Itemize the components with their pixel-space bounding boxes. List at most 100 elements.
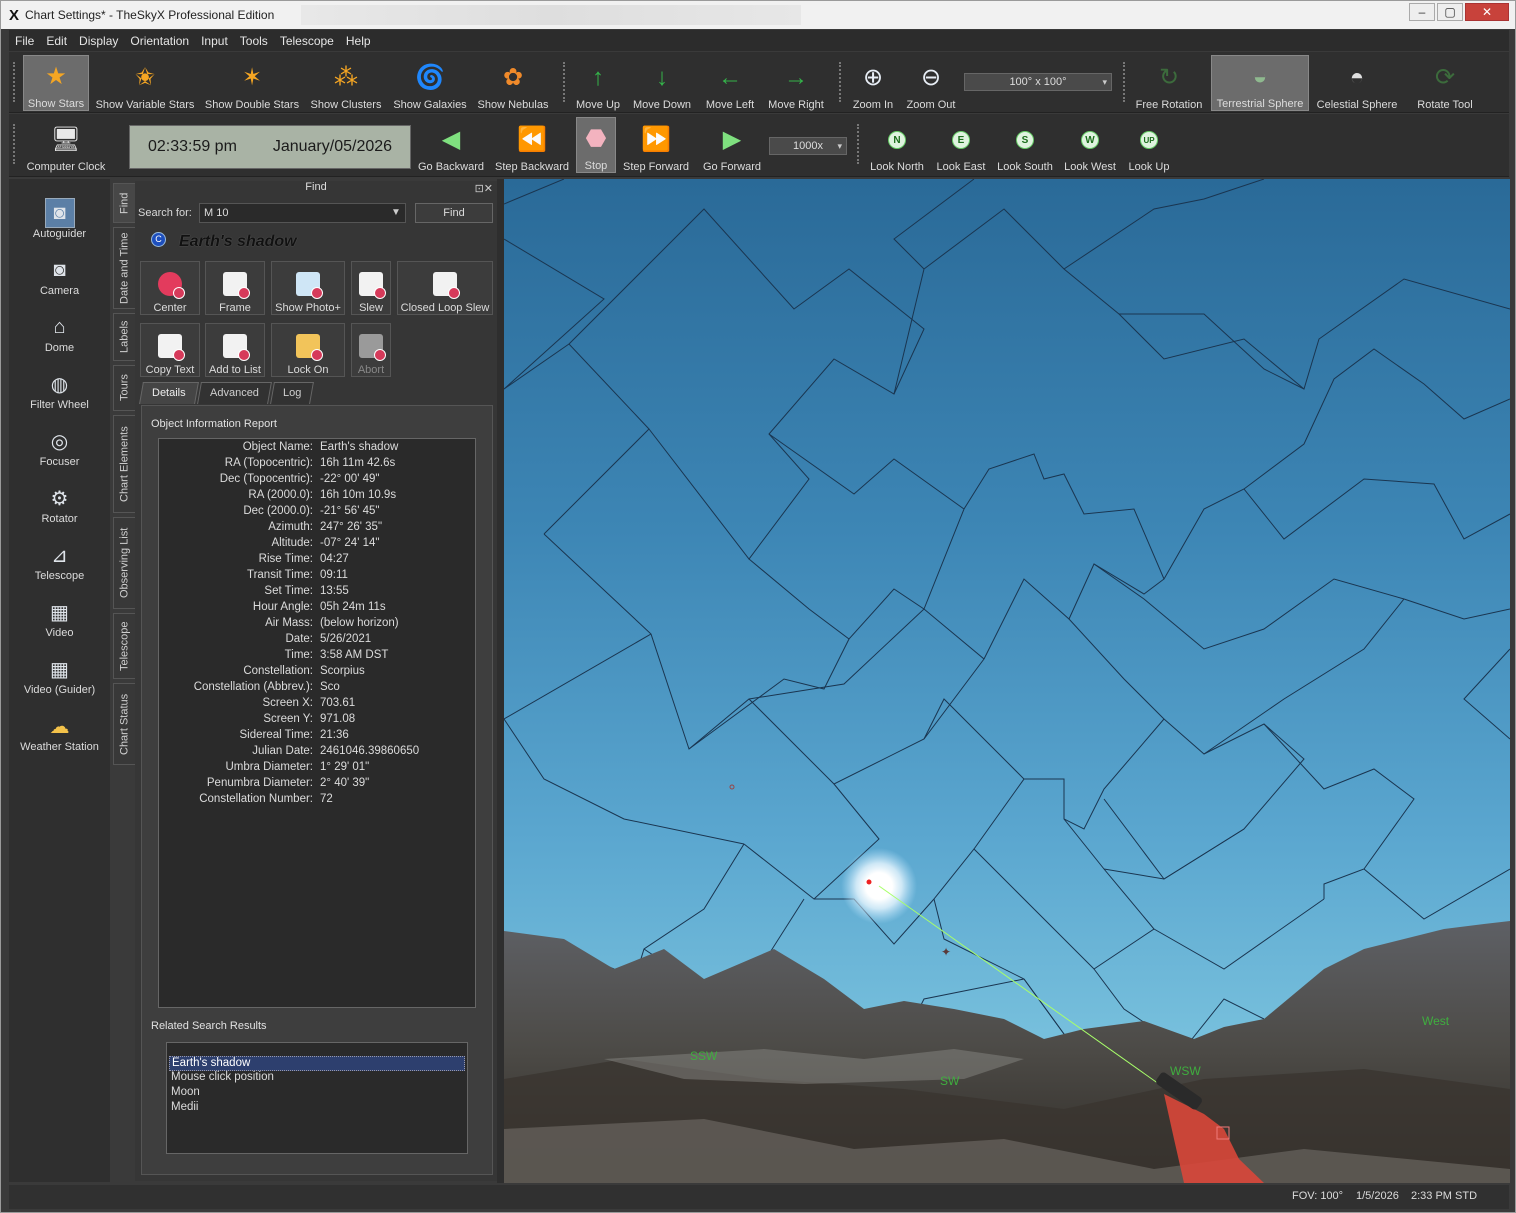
object-marker[interactable] xyxy=(866,879,872,885)
object-info-report[interactable]: Object Name: Earth's shadow RA (Topocentri… xyxy=(158,438,476,1008)
sidebar-item-video[interactable]: ▦ Video xyxy=(9,594,110,651)
move-up-button[interactable]: ↑ Move Up xyxy=(571,55,625,112)
date-time-display[interactable]: 02:33:59 pm January/05/2026 xyxy=(129,125,411,169)
tab-find[interactable]: Find xyxy=(113,183,135,223)
panel-float-close-icon[interactable]: ⊡✕ xyxy=(475,182,493,195)
list-item[interactable]: Earth's shadow xyxy=(169,1056,465,1071)
menu-tools[interactable]: Tools xyxy=(240,34,268,48)
tab-telescope[interactable]: Telescope xyxy=(113,613,135,679)
menu-telescope[interactable]: Telescope xyxy=(280,34,334,48)
find-button[interactable]: Find xyxy=(415,203,493,223)
sidebar-item-weather-station[interactable]: ☁ Weather Station xyxy=(9,708,110,765)
menu-help[interactable]: Help xyxy=(346,34,371,48)
show-stars-button[interactable]: ★ Show Stars xyxy=(23,55,89,111)
toolbar-grip[interactable] xyxy=(13,124,17,164)
sidebar-item-video-guider[interactable]: ▦ Video (Guider) xyxy=(9,651,110,708)
move-right-button[interactable]: → Move Right xyxy=(765,55,827,112)
tab-details[interactable]: Details xyxy=(139,382,199,404)
computer-clock-button[interactable]: 🖥 Computer Clock xyxy=(23,117,109,174)
sidebar-item-camera[interactable]: ◙ Camera xyxy=(9,252,110,309)
time-readout: 02:33:59 pm xyxy=(147,138,237,155)
center-button[interactable]: Center xyxy=(140,261,200,315)
close-button[interactable]: ✕ xyxy=(1465,3,1509,21)
earth-shadow-marker-icon[interactable]: ✦ xyxy=(941,945,951,959)
show-galaxies-button[interactable]: 🌀 Show Galaxies xyxy=(393,55,467,112)
look-east-button[interactable]: E Look East xyxy=(933,117,989,173)
toolbar-grip[interactable] xyxy=(563,62,567,102)
list-item[interactable]: Mouse click position xyxy=(169,1071,465,1086)
related-results-list[interactable]: Earth's shadow Mouse click position Moon Me… xyxy=(166,1042,468,1154)
maximize-button[interactable]: ▢ xyxy=(1437,3,1463,21)
move-left-button[interactable]: ← Move Left xyxy=(701,55,759,112)
step-backward-button[interactable]: ⏪ Step Backward xyxy=(493,117,571,174)
zoom-out-button[interactable]: ⊖ Zoom Out xyxy=(903,55,959,112)
show-double-stars-button[interactable]: ✶ Show Double Stars xyxy=(205,55,299,112)
tab-log[interactable]: Log xyxy=(269,382,314,404)
sidebar-item-telescope[interactable]: ⊿ Telescope xyxy=(9,537,110,594)
step-backward-icon: ⏪ xyxy=(517,126,547,153)
list-item[interactable]: Medii xyxy=(169,1101,465,1116)
free-rotation-button[interactable]: ↻ Free Rotation xyxy=(1131,55,1207,112)
sidebar-item-filter-wheel[interactable]: ◍ Filter Wheel xyxy=(9,366,110,423)
menu-orientation[interactable]: Orientation xyxy=(130,34,189,48)
look-south-button[interactable]: S Look South xyxy=(995,117,1055,173)
report-field-value: -21° 56' 45" xyxy=(320,505,380,517)
slew-button[interactable]: Slew xyxy=(351,261,391,315)
toolbar-grip[interactable] xyxy=(13,62,17,102)
sky-chart-canvas[interactable]: SSW SW WSW West ✦ xyxy=(504,179,1510,1183)
step-forward-button[interactable]: ⏩ Step Forward xyxy=(620,117,692,174)
look-west-button[interactable]: W Look West xyxy=(1061,117,1119,173)
show-variable-stars-button[interactable]: ✬ Show Variable Stars xyxy=(95,55,195,112)
rotate-tool-button[interactable]: ⟳ Rotate Tool xyxy=(1407,55,1483,112)
sidebar-item-focuser[interactable]: ◎ Focuser xyxy=(9,423,110,480)
zoom-in-button[interactable]: ⊕ Zoom In xyxy=(847,55,899,112)
search-dropdown-icon[interactable]: ▼ xyxy=(387,204,405,222)
toolbar-grip[interactable] xyxy=(1123,62,1127,102)
list-item[interactable]: Moon xyxy=(169,1086,465,1101)
menu-edit[interactable]: Edit xyxy=(46,34,67,48)
tab-chart-elements[interactable]: Chart Elements xyxy=(113,415,135,513)
add-to-list-button[interactable]: Add to List xyxy=(205,323,265,377)
celestial-sphere-button[interactable]: ◓ Celestial Sphere xyxy=(1313,55,1401,112)
tab-date-and-time[interactable]: Date and Time xyxy=(113,227,135,309)
go-forward-button[interactable]: ▶ Go Forward xyxy=(699,117,765,174)
report-title: Object Information Report xyxy=(151,418,277,430)
frame-button[interactable]: Frame xyxy=(205,261,265,315)
terrestrial-sphere-button[interactable]: ◒ Terrestrial Sphere xyxy=(1211,55,1309,111)
double-star-icon: ✶ xyxy=(241,64,263,91)
search-input[interactable]: M 10 xyxy=(199,203,406,223)
move-down-button[interactable]: ↓ Move Down xyxy=(631,55,693,112)
title-bar[interactable]: X Chart Settings* - TheSkyX Professional… xyxy=(1,1,1515,29)
toolbar-grip[interactable] xyxy=(857,124,861,164)
look-up-button[interactable]: UP Look Up xyxy=(1125,117,1173,173)
tab-chart-status[interactable]: Chart Status xyxy=(113,683,135,765)
toolbar-grip[interactable] xyxy=(839,62,843,102)
tab-observing-list[interactable]: Observing List xyxy=(113,517,135,609)
menu-input[interactable]: Input xyxy=(201,34,228,48)
look-north-button[interactable]: N Look North xyxy=(867,117,927,173)
minimize-button[interactable]: ‒ xyxy=(1409,3,1435,21)
sidebar-item-rotator[interactable]: ⚙ Rotator xyxy=(9,480,110,537)
menu-display[interactable]: Display xyxy=(79,34,118,48)
show-nebulas-button[interactable]: ✿ Show Nebulas xyxy=(475,55,551,112)
panel-splitter[interactable] xyxy=(497,179,504,1183)
fov-select[interactable]: 100° x 100° xyxy=(964,73,1112,91)
sky-chart[interactable]: SSW SW WSW West ✦ xyxy=(504,179,1510,1183)
stop-button[interactable]: ⬣ Stop xyxy=(576,117,616,173)
tab-advanced[interactable]: Advanced xyxy=(196,382,272,404)
show-clusters-button[interactable]: ⁂ Show Clusters xyxy=(309,55,383,112)
show-photo-button[interactable]: Show Photo+ xyxy=(271,261,345,315)
lock-on-button[interactable]: Lock On xyxy=(271,323,345,377)
time-rate-select[interactable]: 1000x xyxy=(769,137,847,155)
go-backward-button[interactable]: ◀ Go Backward xyxy=(415,117,487,174)
abort-button[interactable]: Abort xyxy=(351,323,391,377)
tab-labels[interactable]: Labels xyxy=(113,313,135,361)
closed-loop-slew-button[interactable]: Closed Loop Slew xyxy=(397,261,493,315)
copy-text-button[interactable]: Copy Text xyxy=(140,323,200,377)
mouse-click-marker[interactable] xyxy=(729,784,735,790)
sidebar-item-autoguider[interactable]: ◙ Autoguider xyxy=(9,195,110,252)
tab-tours[interactable]: Tours xyxy=(113,365,135,411)
sidebar-item-dome[interactable]: ⌂ Dome xyxy=(9,309,110,366)
report-field-label: Umbra Diameter: xyxy=(225,761,313,773)
menu-file[interactable]: File xyxy=(15,34,34,48)
